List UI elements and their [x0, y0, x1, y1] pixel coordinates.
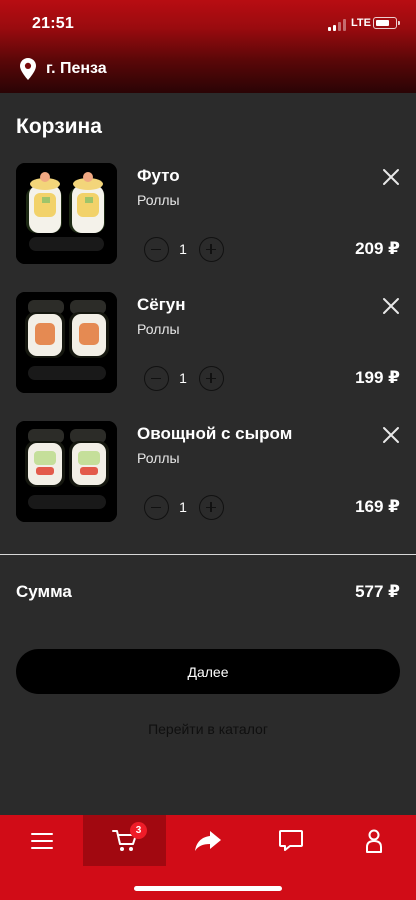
- profile-icon: [365, 829, 382, 853]
- increase-quantity-button[interactable]: [199, 366, 224, 391]
- battery-icon: [373, 17, 400, 29]
- decrease-quantity-button[interactable]: [144, 495, 169, 520]
- share-icon: [194, 830, 221, 851]
- cellular-signal-icon: [328, 19, 346, 31]
- app-header: 21:51 LTE г. Пенза: [0, 0, 416, 93]
- quantity-value: 1: [179, 241, 187, 257]
- home-indicator: [134, 886, 282, 891]
- tab-chat[interactable]: [249, 815, 332, 866]
- product-image[interactable]: [16, 163, 117, 264]
- tab-cart[interactable]: 3: [83, 815, 166, 866]
- decrease-quantity-button[interactable]: [144, 366, 169, 391]
- location-pin-icon: [20, 58, 36, 80]
- product-name: Овощной с сыром: [137, 424, 293, 443]
- product-image[interactable]: [16, 421, 117, 522]
- product-image[interactable]: [16, 292, 117, 393]
- decrease-quantity-button[interactable]: [144, 237, 169, 262]
- quantity-value: 1: [179, 370, 187, 386]
- status-bar: 21:51 LTE: [0, 0, 416, 48]
- city-name: г. Пенза: [46, 60, 107, 77]
- increase-quantity-button[interactable]: [199, 495, 224, 520]
- product-category: Роллы: [137, 192, 180, 208]
- menu-icon: [30, 832, 53, 849]
- tab-menu[interactable]: [0, 815, 83, 866]
- close-icon[interactable]: [381, 296, 401, 316]
- cart-item: Сёгун Роллы 1 199 ₽: [0, 292, 416, 402]
- cart-item: Футо Роллы 1 209 ₽: [0, 163, 416, 273]
- tab-share[interactable]: [166, 815, 249, 866]
- product-price: 199 ₽: [355, 368, 400, 387]
- cart-item: Овощной с сыром Роллы 1 169 ₽: [0, 421, 416, 531]
- product-category: Роллы: [137, 450, 180, 466]
- status-time: 21:51: [32, 15, 74, 32]
- cart-count-badge: 3: [130, 822, 147, 839]
- city-selector[interactable]: г. Пенза: [20, 58, 107, 80]
- product-category: Роллы: [137, 321, 180, 337]
- product-price: 169 ₽: [355, 497, 400, 516]
- product-price: 209 ₽: [355, 239, 400, 258]
- total-label: Сумма: [16, 582, 72, 601]
- close-icon[interactable]: [381, 425, 401, 445]
- total-value: 577 ₽: [355, 582, 400, 601]
- divider: [0, 554, 416, 555]
- increase-quantity-button[interactable]: [199, 237, 224, 262]
- go-to-catalog-link[interactable]: Перейти в каталог: [0, 721, 416, 737]
- close-icon[interactable]: [381, 167, 401, 187]
- product-name: Футо: [137, 166, 180, 185]
- tab-profile[interactable]: [332, 815, 415, 866]
- next-button[interactable]: Далее: [16, 649, 400, 694]
- chat-icon: [278, 829, 303, 851]
- quantity-value: 1: [179, 499, 187, 515]
- network-type: LTE: [351, 17, 371, 29]
- product-name: Сёгун: [137, 295, 186, 314]
- page-title: Корзина: [16, 115, 102, 138]
